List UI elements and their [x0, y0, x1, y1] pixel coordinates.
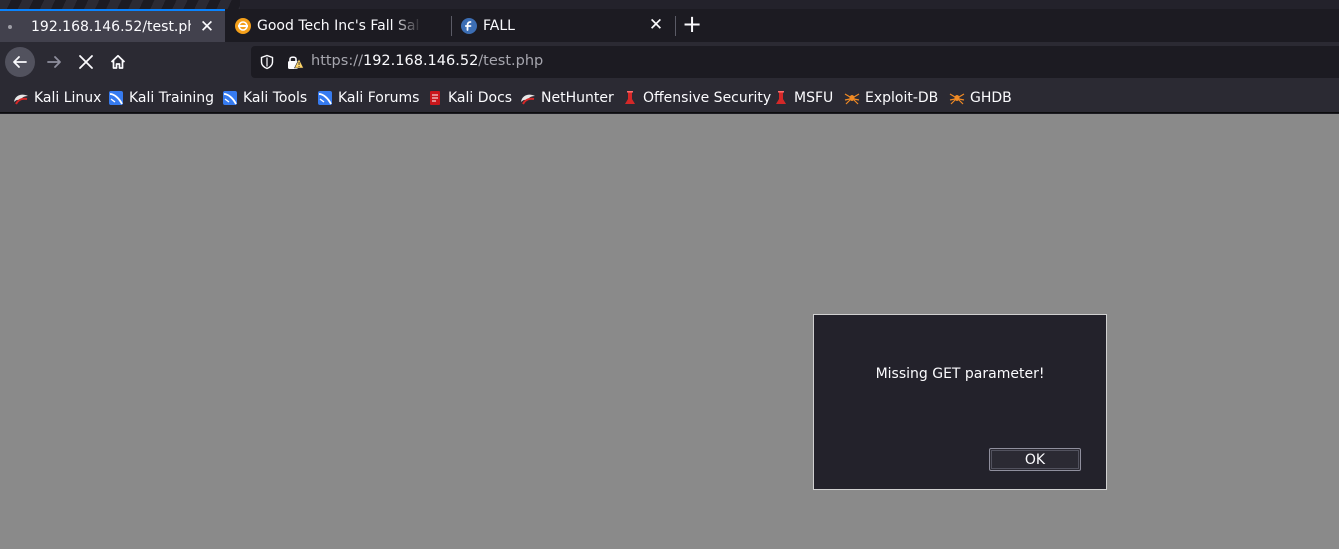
- titlebar-decoration: [0, 0, 1339, 9]
- tab-loading-dot-icon: [8, 25, 12, 29]
- exploitdb-icon: [844, 90, 860, 106]
- bookmark-label: MSFU: [794, 90, 834, 106]
- bookmark-kali-forums[interactable]: Kali Forums: [317, 88, 419, 108]
- forward-button[interactable]: [39, 47, 69, 77]
- bookmark-label: Kali Linux: [34, 90, 102, 106]
- bookmark-label: Offensive Security: [643, 90, 772, 106]
- url-scheme: https://: [311, 53, 363, 69]
- kali-forums-icon: [317, 90, 333, 106]
- tab-label: 192.168.146.52/test.php: [31, 18, 191, 35]
- nethunter-icon: [520, 90, 536, 106]
- bookmark-label: NetHunter: [541, 90, 614, 106]
- stop-button[interactable]: [71, 47, 101, 77]
- close-tab-icon[interactable]: ✕: [199, 19, 215, 36]
- kali-docs-icon: [427, 90, 443, 106]
- tab-fall[interactable]: FALL ✕: [452, 9, 674, 42]
- bookmark-exploit-db[interactable]: Exploit-DB: [844, 88, 938, 108]
- tracking-shield-icon[interactable]: [259, 54, 275, 70]
- url-bar[interactable]: https://192.168.146.52/test.php: [251, 46, 1339, 78]
- tab-separator: [675, 16, 676, 36]
- bookmark-label: Exploit-DB: [865, 90, 939, 106]
- alert-dialog: Missing GET parameter! OK: [813, 314, 1107, 490]
- ghdb-icon: [949, 90, 965, 106]
- bookmark-msfu[interactable]: MSFU: [773, 88, 833, 108]
- url-path: /test.php: [478, 53, 544, 69]
- offsec-icon: [622, 90, 638, 106]
- navigation-toolbar: https://192.168.146.52/test.php: [0, 42, 1339, 82]
- bookmark-ghdb[interactable]: GHDB: [949, 88, 1012, 108]
- back-button[interactable]: [5, 47, 35, 77]
- bookmark-kali-tools[interactable]: Kali Tools: [222, 88, 307, 108]
- bookmark-offensive-security[interactable]: Offensive Security: [622, 88, 771, 108]
- fedora-icon: [461, 18, 477, 34]
- orange-logo-icon: [235, 18, 251, 34]
- close-icon: [79, 55, 93, 69]
- bookmark-kali-training[interactable]: Kali Training: [108, 88, 214, 108]
- ok-button[interactable]: OK: [989, 448, 1081, 471]
- arrow-right-icon: [47, 56, 61, 68]
- url-text[interactable]: https://192.168.146.52/test.php: [311, 53, 543, 69]
- bookmark-label: Kali Training: [129, 90, 214, 106]
- page-content-overlay: [0, 114, 1339, 549]
- url-host: 192.168.146.52: [362, 53, 479, 69]
- bookmark-kali-docs[interactable]: Kali Docs: [427, 88, 512, 108]
- bookmark-label: GHDB: [970, 90, 1012, 106]
- kali-dragon-icon: [13, 90, 29, 106]
- arrow-left-icon: [13, 56, 27, 68]
- bookmark-label: Kali Docs: [448, 90, 513, 106]
- tab-good-tech[interactable]: Good Tech Inc's Fall Sales ✕: [226, 9, 450, 42]
- kali-tools-icon: [222, 90, 238, 106]
- home-button[interactable]: [103, 47, 133, 77]
- msfu-icon: [773, 90, 789, 106]
- close-tab-icon[interactable]: ✕: [648, 17, 664, 34]
- bookmarks-toolbar: Kali Linux Kali Training Kali Tools Kali…: [0, 82, 1339, 113]
- bookmark-nethunter[interactable]: NetHunter: [520, 88, 614, 108]
- kali-training-icon: [108, 90, 124, 106]
- tab-label: FALL: [483, 17, 515, 34]
- insecure-lock-icon[interactable]: [286, 54, 304, 70]
- home-icon: [110, 54, 126, 69]
- tab-test-php[interactable]: 192.168.146.52/test.php ✕: [0, 9, 225, 42]
- alert-message: Missing GET parameter!: [875, 366, 1045, 382]
- tab-strip: 192.168.146.52/test.php ✕ Good Tech Inc'…: [0, 0, 1339, 42]
- bookmark-label: Kali Forums: [338, 90, 420, 106]
- bookmark-kali-linux[interactable]: Kali Linux: [13, 88, 101, 108]
- bookmark-label: Kali Tools: [243, 90, 308, 106]
- new-tab-button[interactable]: +: [680, 12, 704, 37]
